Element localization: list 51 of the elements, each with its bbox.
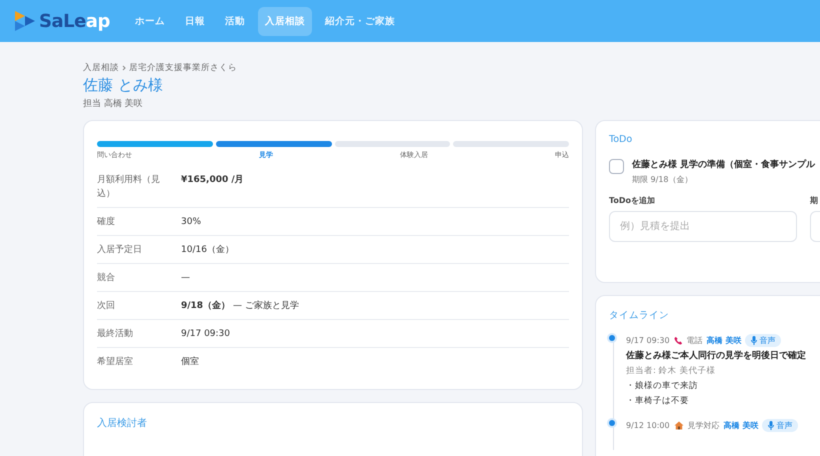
logo-text: SaLeap (39, 10, 110, 32)
field-label: 期 (810, 195, 819, 206)
field-label: 競合 (97, 272, 116, 285)
field-value: — (181, 272, 191, 285)
nav-tab[interactable]: 日報 (178, 6, 212, 36)
staff-name[interactable]: 高橋 美咲 (724, 420, 758, 431)
field-label: 次回 (97, 300, 116, 313)
staff-name[interactable]: 高橋 美咲 (706, 335, 742, 346)
field-label: 入居予定日 (97, 244, 143, 257)
field-label: 確度 (97, 216, 116, 229)
checkbox[interactable] (609, 159, 624, 174)
entry-person: 担当者: 鈴木 美代子様 (626, 365, 716, 377)
timeline-dot (609, 335, 615, 341)
field-value: 9/18（金） — ご家族と見学 (181, 300, 300, 313)
entry-type: 見学対応 (688, 420, 720, 431)
section-title: ToDo (609, 134, 634, 145)
entry-note: ・車椅子は不要 (626, 395, 690, 407)
field-value: 9/17 09:30 (181, 328, 232, 341)
audio-badge[interactable]: 音声 (762, 419, 798, 432)
field-value: 30% (181, 216, 202, 229)
breadcrumb-link[interactable]: 入居相談 (83, 62, 119, 74)
todo-title: 佐藤とみ様 見学の準備（個室・食事サンプル (632, 159, 816, 172)
logo-icon (14, 10, 36, 32)
section-title: タイムライン (609, 309, 670, 322)
audio-badge[interactable]: 音声 (745, 334, 782, 347)
entry-note: ・娘様の車で来訪 (626, 380, 699, 392)
field-label: 希望居室 (97, 356, 134, 369)
house-icon (674, 421, 684, 430)
chevron-icon (122, 65, 126, 71)
entry-type: 電話 (686, 335, 703, 346)
todo-due-date: 期限 9/18（金） (632, 174, 694, 185)
field-value: 10/16（金） (181, 244, 235, 257)
field-label: 月額利用料（見込） (97, 174, 161, 201)
input-field[interactable]: 例）見積を提出 (609, 211, 797, 242)
field-label: ToDoを追加 (609, 195, 656, 206)
entry-title: 佐藤とみ様ご本人同行の見学を明後日で確定 (626, 349, 807, 362)
entry-time: 9/17 09:30 (626, 336, 670, 345)
field-value: ¥165,000 /月 (181, 174, 245, 187)
nav-tab[interactable]: 活動 (218, 6, 252, 36)
section-title: 入居検討者 (97, 416, 148, 430)
nav-tab[interactable]: 紹介元・ご家族 (318, 6, 402, 36)
timeline-dot (609, 420, 615, 426)
nav-tab[interactable]: 入居相談 (258, 6, 312, 36)
field-label: 最終活動 (97, 328, 134, 341)
page-title: 佐藤 とみ様 (83, 76, 164, 95)
field-value: 個室 (181, 356, 200, 369)
entry-time: 9/12 10:00 (626, 421, 670, 430)
assignee-text: 担当 高橋 美咲 (83, 98, 144, 110)
breadcrumb-current: 居宅介護支援事業所さくら (129, 62, 237, 74)
phone-icon (674, 336, 683, 345)
nav-tab[interactable]: ホーム (128, 6, 172, 36)
